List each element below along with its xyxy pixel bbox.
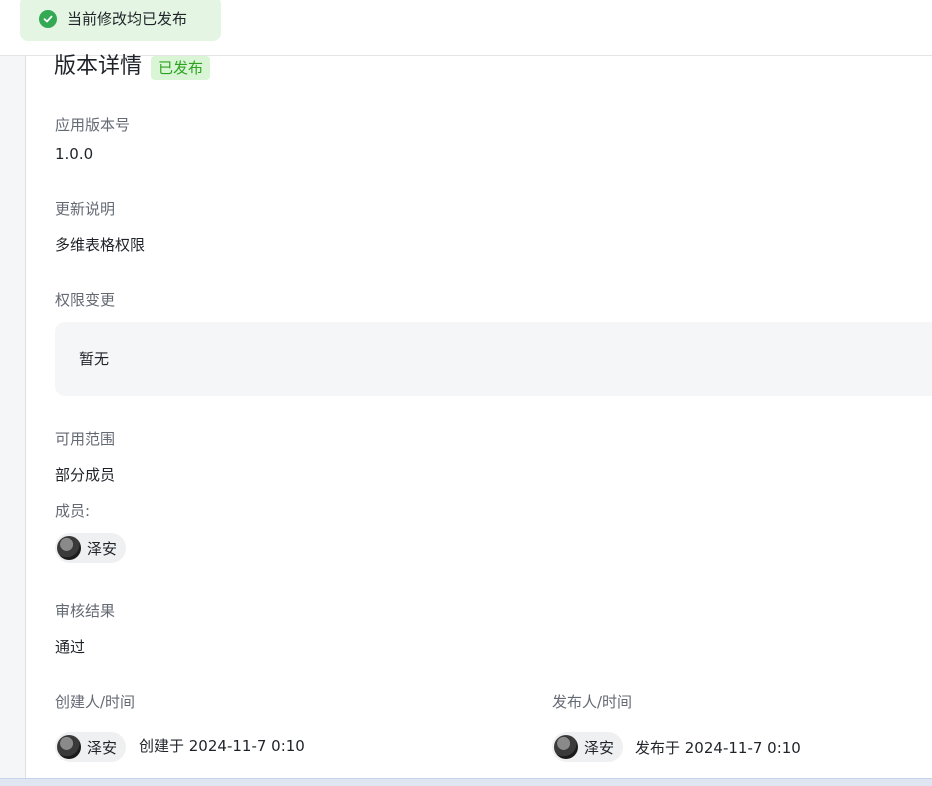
notes-value: 多维表格权限	[55, 236, 146, 254]
version-label: 应用版本号	[55, 116, 131, 134]
check-circle-icon	[39, 9, 57, 28]
scope-value: 部分成员	[55, 466, 116, 484]
notes-label: 更新说明	[55, 200, 116, 218]
permission-value: 暂无	[79, 350, 110, 368]
avatar	[554, 735, 578, 759]
created-time: 创建于 2024-11-7 0:10	[139, 737, 305, 755]
creator-chip[interactable]: 泽安	[55, 732, 127, 762]
toast-message: 当前修改均已发布	[67, 10, 188, 28]
avatar	[57, 735, 81, 759]
published-time: 发布于 2024-11-7 0:10	[635, 739, 801, 757]
left-sidebar-rail	[0, 0, 26, 785]
publisher-name: 泽安	[584, 738, 615, 757]
review-value: 通过	[55, 638, 86, 656]
status-badge: 已发布	[151, 56, 211, 80]
creator-label: 创建人/时间	[55, 693, 136, 711]
publisher-chip[interactable]: 泽安	[552, 732, 624, 762]
review-label: 审核结果	[55, 602, 116, 620]
avatar	[57, 536, 81, 560]
version-value: 1.0.0	[55, 145, 94, 163]
page-title: 版本详情	[54, 54, 143, 79]
publisher-label: 发布人/时间	[552, 693, 633, 711]
permission-label: 权限变更	[55, 291, 116, 309]
scope-label: 可用范围	[55, 430, 116, 448]
member-chip[interactable]: 泽安	[55, 533, 127, 563]
members-label: 成员:	[55, 502, 91, 520]
member-name: 泽安	[87, 539, 118, 558]
publish-toast: 当前修改均已发布	[20, 0, 221, 41]
creator-name: 泽安	[87, 738, 118, 757]
permission-box: 暂无	[55, 322, 932, 396]
